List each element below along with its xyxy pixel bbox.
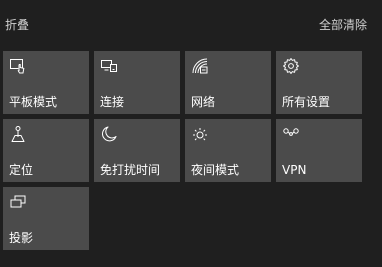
tile-label: 所有设置 bbox=[282, 95, 331, 109]
tile-label: 定位 bbox=[9, 163, 34, 177]
quick-action-tablet-mode[interactable]: 平板模式 bbox=[3, 51, 89, 114]
action-center-panel: 折叠 全部清除 平板模式 连接 网络 所有设置 定位 免打扰时间 夜间模式 VP… bbox=[0, 0, 382, 267]
tile-label: 连接 bbox=[100, 95, 125, 109]
connect-icon bbox=[100, 57, 118, 75]
tile-label: 平板模式 bbox=[9, 95, 58, 109]
quick-action-connect[interactable]: 连接 bbox=[94, 51, 180, 114]
quick-action-quiet-hours[interactable]: 免打扰时间 bbox=[94, 119, 180, 182]
tablet-mode-icon bbox=[9, 57, 27, 75]
quick-action-network[interactable]: 网络 bbox=[185, 51, 271, 114]
quick-actions-grid: 平板模式 连接 网络 所有设置 定位 免打扰时间 夜间模式 VPN 投影 bbox=[0, 0, 382, 267]
brightness-icon bbox=[191, 125, 209, 143]
network-icon bbox=[191, 57, 209, 75]
gear-icon bbox=[282, 57, 300, 75]
moon-icon bbox=[100, 125, 118, 143]
location-icon bbox=[9, 125, 27, 143]
quick-action-all-settings[interactable]: 所有设置 bbox=[276, 51, 362, 114]
tile-label: 网络 bbox=[191, 95, 216, 109]
tile-label: 免打扰时间 bbox=[100, 163, 161, 177]
quick-action-vpn[interactable]: VPN bbox=[276, 119, 362, 182]
tile-label: 投影 bbox=[9, 231, 34, 245]
quick-action-project[interactable]: 投影 bbox=[3, 187, 89, 250]
quick-action-night-light[interactable]: 夜间模式 bbox=[185, 119, 271, 182]
tile-label: VPN bbox=[282, 163, 307, 177]
tile-label: 夜间模式 bbox=[191, 163, 240, 177]
vpn-icon bbox=[282, 125, 300, 143]
quick-action-location[interactable]: 定位 bbox=[3, 119, 89, 182]
project-icon bbox=[9, 193, 27, 211]
